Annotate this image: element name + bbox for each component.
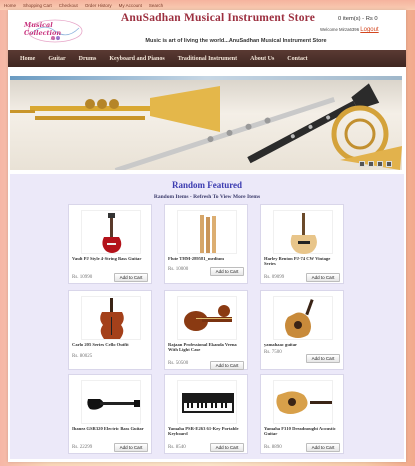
product-price: Rs. 80025 <box>72 354 93 359</box>
add-to-cart-button[interactable]: Add to Cart <box>210 361 244 370</box>
product-name[interactable]: Flute THM-289581_medium <box>168 256 246 261</box>
main-nav: Home Guitar Drums Keyboard and Pianos Tr… <box>8 50 406 67</box>
top-link-shopping-cart[interactable]: Shopping Cart <box>23 3 52 8</box>
product-image[interactable] <box>273 380 333 424</box>
product-price: Rs. 10990 <box>72 275 93 280</box>
nav-item-contact[interactable]: Contact <box>287 56 307 62</box>
keyboard-icon <box>182 393 234 413</box>
welcome-text: Welcome Mirza6396 <box>320 27 360 32</box>
logo-notes: ♪ ♫ ♬ <box>50 37 60 41</box>
featured-section: Random Featured Random Items - Refresh T… <box>10 174 404 459</box>
product-name[interactable]: Vault PJ Style 4-String Bass Guitar <box>72 256 150 261</box>
product-name[interactable]: Carlo 205 Series Cello Outfit <box>72 342 150 347</box>
top-links-bar: Home Shopping Cart Checkout Order Histor… <box>0 0 415 10</box>
nav-item-traditional[interactable]: Traditional Instrument <box>178 56 237 62</box>
page-container: Musical Collection ♪ ♫ ♬ AnuSadhan Music… <box>8 10 406 462</box>
product-image[interactable] <box>177 296 237 340</box>
bass-guitar-vintage-icon <box>290 213 317 254</box>
add-to-cart-button[interactable]: Add to Cart <box>210 267 244 276</box>
store-tagline: Music is art of living the world...AnuSa… <box>145 38 327 44</box>
add-to-cart-button[interactable]: Add to Cart <box>114 443 148 452</box>
top-link-checkout[interactable]: Checkout <box>59 3 78 8</box>
product-price: Rs. 7500 <box>264 350 282 355</box>
product-card[interactable]: Yamaha PSR-E263 61-Key Portable Keyboard… <box>164 374 248 454</box>
top-link-home[interactable]: Home <box>4 3 16 8</box>
brass-instruments-image <box>10 83 402 170</box>
slider-dot[interactable] <box>359 161 365 167</box>
site-header: Musical Collection ♪ ♫ ♬ AnuSadhan Music… <box>8 10 406 50</box>
add-to-cart-button[interactable]: Add to Cart <box>114 273 148 282</box>
product-name[interactable]: Harley Benton PJ-74 CW Vintage Series <box>264 256 342 267</box>
product-price: Rs. 8890 <box>264 445 282 450</box>
nav-item-about[interactable]: About Us <box>250 56 274 62</box>
product-card[interactable]: Vault PJ Style 4-String Bass Guitar Rs. … <box>68 204 152 284</box>
product-name[interactable]: Rajaan Professional Ekanda Veena With Li… <box>168 342 246 353</box>
nav-item-home[interactable]: Home <box>20 56 35 62</box>
product-card[interactable]: Yamaha F310 Dreadnought Acoustic Guitar … <box>260 374 344 454</box>
welcome-message: Welcome Mirza6396 Logout <box>320 27 379 33</box>
product-name[interactable]: Yamaha F310 Dreadnought Acoustic Guitar <box>264 426 342 437</box>
veena-icon <box>184 305 232 331</box>
logo-text: Musical Collection <box>24 21 62 37</box>
nav-item-drums[interactable]: Drums <box>79 56 97 62</box>
product-card[interactable]: yamahaac guitar Rs. 7500 Add to Cart <box>260 290 344 370</box>
add-to-cart-button[interactable]: Add to Cart <box>306 443 340 452</box>
slider-dot[interactable] <box>368 161 374 167</box>
product-name[interactable]: yamahaac guitar <box>264 342 342 347</box>
product-image[interactable] <box>81 210 141 254</box>
store-logo[interactable]: Musical Collection ♪ ♫ ♬ <box>24 16 86 46</box>
acoustic-guitar-icon <box>285 299 314 338</box>
banner-top-edge <box>10 76 402 80</box>
add-to-cart-button[interactable]: Add to Cart <box>306 354 340 363</box>
add-to-cart-button[interactable]: Add to Cart <box>210 443 244 452</box>
product-card[interactable]: Harley Benton PJ-74 CW Vintage Series Rs… <box>260 204 344 284</box>
product-image[interactable] <box>81 380 141 424</box>
nav-item-keyboard-pianos[interactable]: Keyboard and Pianos <box>109 56 164 62</box>
electric-bass-icon <box>87 399 140 410</box>
product-price: Rs. 10000 <box>168 267 189 272</box>
logout-link[interactable]: Logout <box>360 27 378 33</box>
store-title: AnuSadhan Musical Instrument Store <box>120 12 316 24</box>
product-name[interactable]: Ibanez GSR320 Electric Bass Guitar <box>72 426 150 431</box>
dreadnought-guitar-icon <box>276 391 332 414</box>
slider-dot[interactable] <box>386 161 392 167</box>
product-card[interactable]: Ibanez GSR320 Electric Bass Guitar Rs. 2… <box>68 374 152 454</box>
product-name[interactable]: Yamaha PSR-E263 61-Key Portable Keyboard <box>168 426 246 437</box>
hero-banner[interactable] <box>10 76 402 170</box>
product-image[interactable] <box>81 296 141 340</box>
trumpet-icon <box>10 86 220 132</box>
product-image[interactable] <box>273 210 333 254</box>
flute-icon <box>200 215 216 253</box>
product-image[interactable] <box>273 296 333 340</box>
featured-subtitle: Random Items - Refresh To View More Item… <box>153 194 261 200</box>
bass-guitar-icon <box>102 213 122 253</box>
top-link-search[interactable]: Search <box>149 3 163 8</box>
product-price: Rs. 8540 <box>168 445 186 450</box>
nav-item-guitar[interactable]: Guitar <box>48 56 65 62</box>
product-price: Rs. 50500 <box>168 361 189 366</box>
product-card[interactable]: Rajaan Professional Ekanda Veena With Li… <box>164 290 248 370</box>
product-image[interactable] <box>177 210 237 254</box>
product-price: Rs. 09099 <box>264 275 285 280</box>
featured-title: Random Featured <box>171 180 243 190</box>
product-card[interactable]: Carlo 205 Series Cello Outfit Rs. 80025 <box>68 290 152 370</box>
cello-icon <box>100 298 124 339</box>
add-to-cart-button[interactable]: Add to Cart <box>306 273 340 282</box>
cart-summary[interactable]: 0 item(s) - Rs 0 <box>338 16 378 22</box>
slider-controls <box>359 161 392 167</box>
top-link-my-account[interactable]: My Account <box>119 3 142 8</box>
product-card[interactable]: Flute THM-289581_medium Rs. 10000 Add to… <box>164 204 248 284</box>
slider-dot[interactable] <box>377 161 383 167</box>
product-price: Rs. 22299 <box>72 445 93 450</box>
top-link-order-history[interactable]: Order History <box>85 3 112 8</box>
product-image[interactable] <box>177 380 237 424</box>
